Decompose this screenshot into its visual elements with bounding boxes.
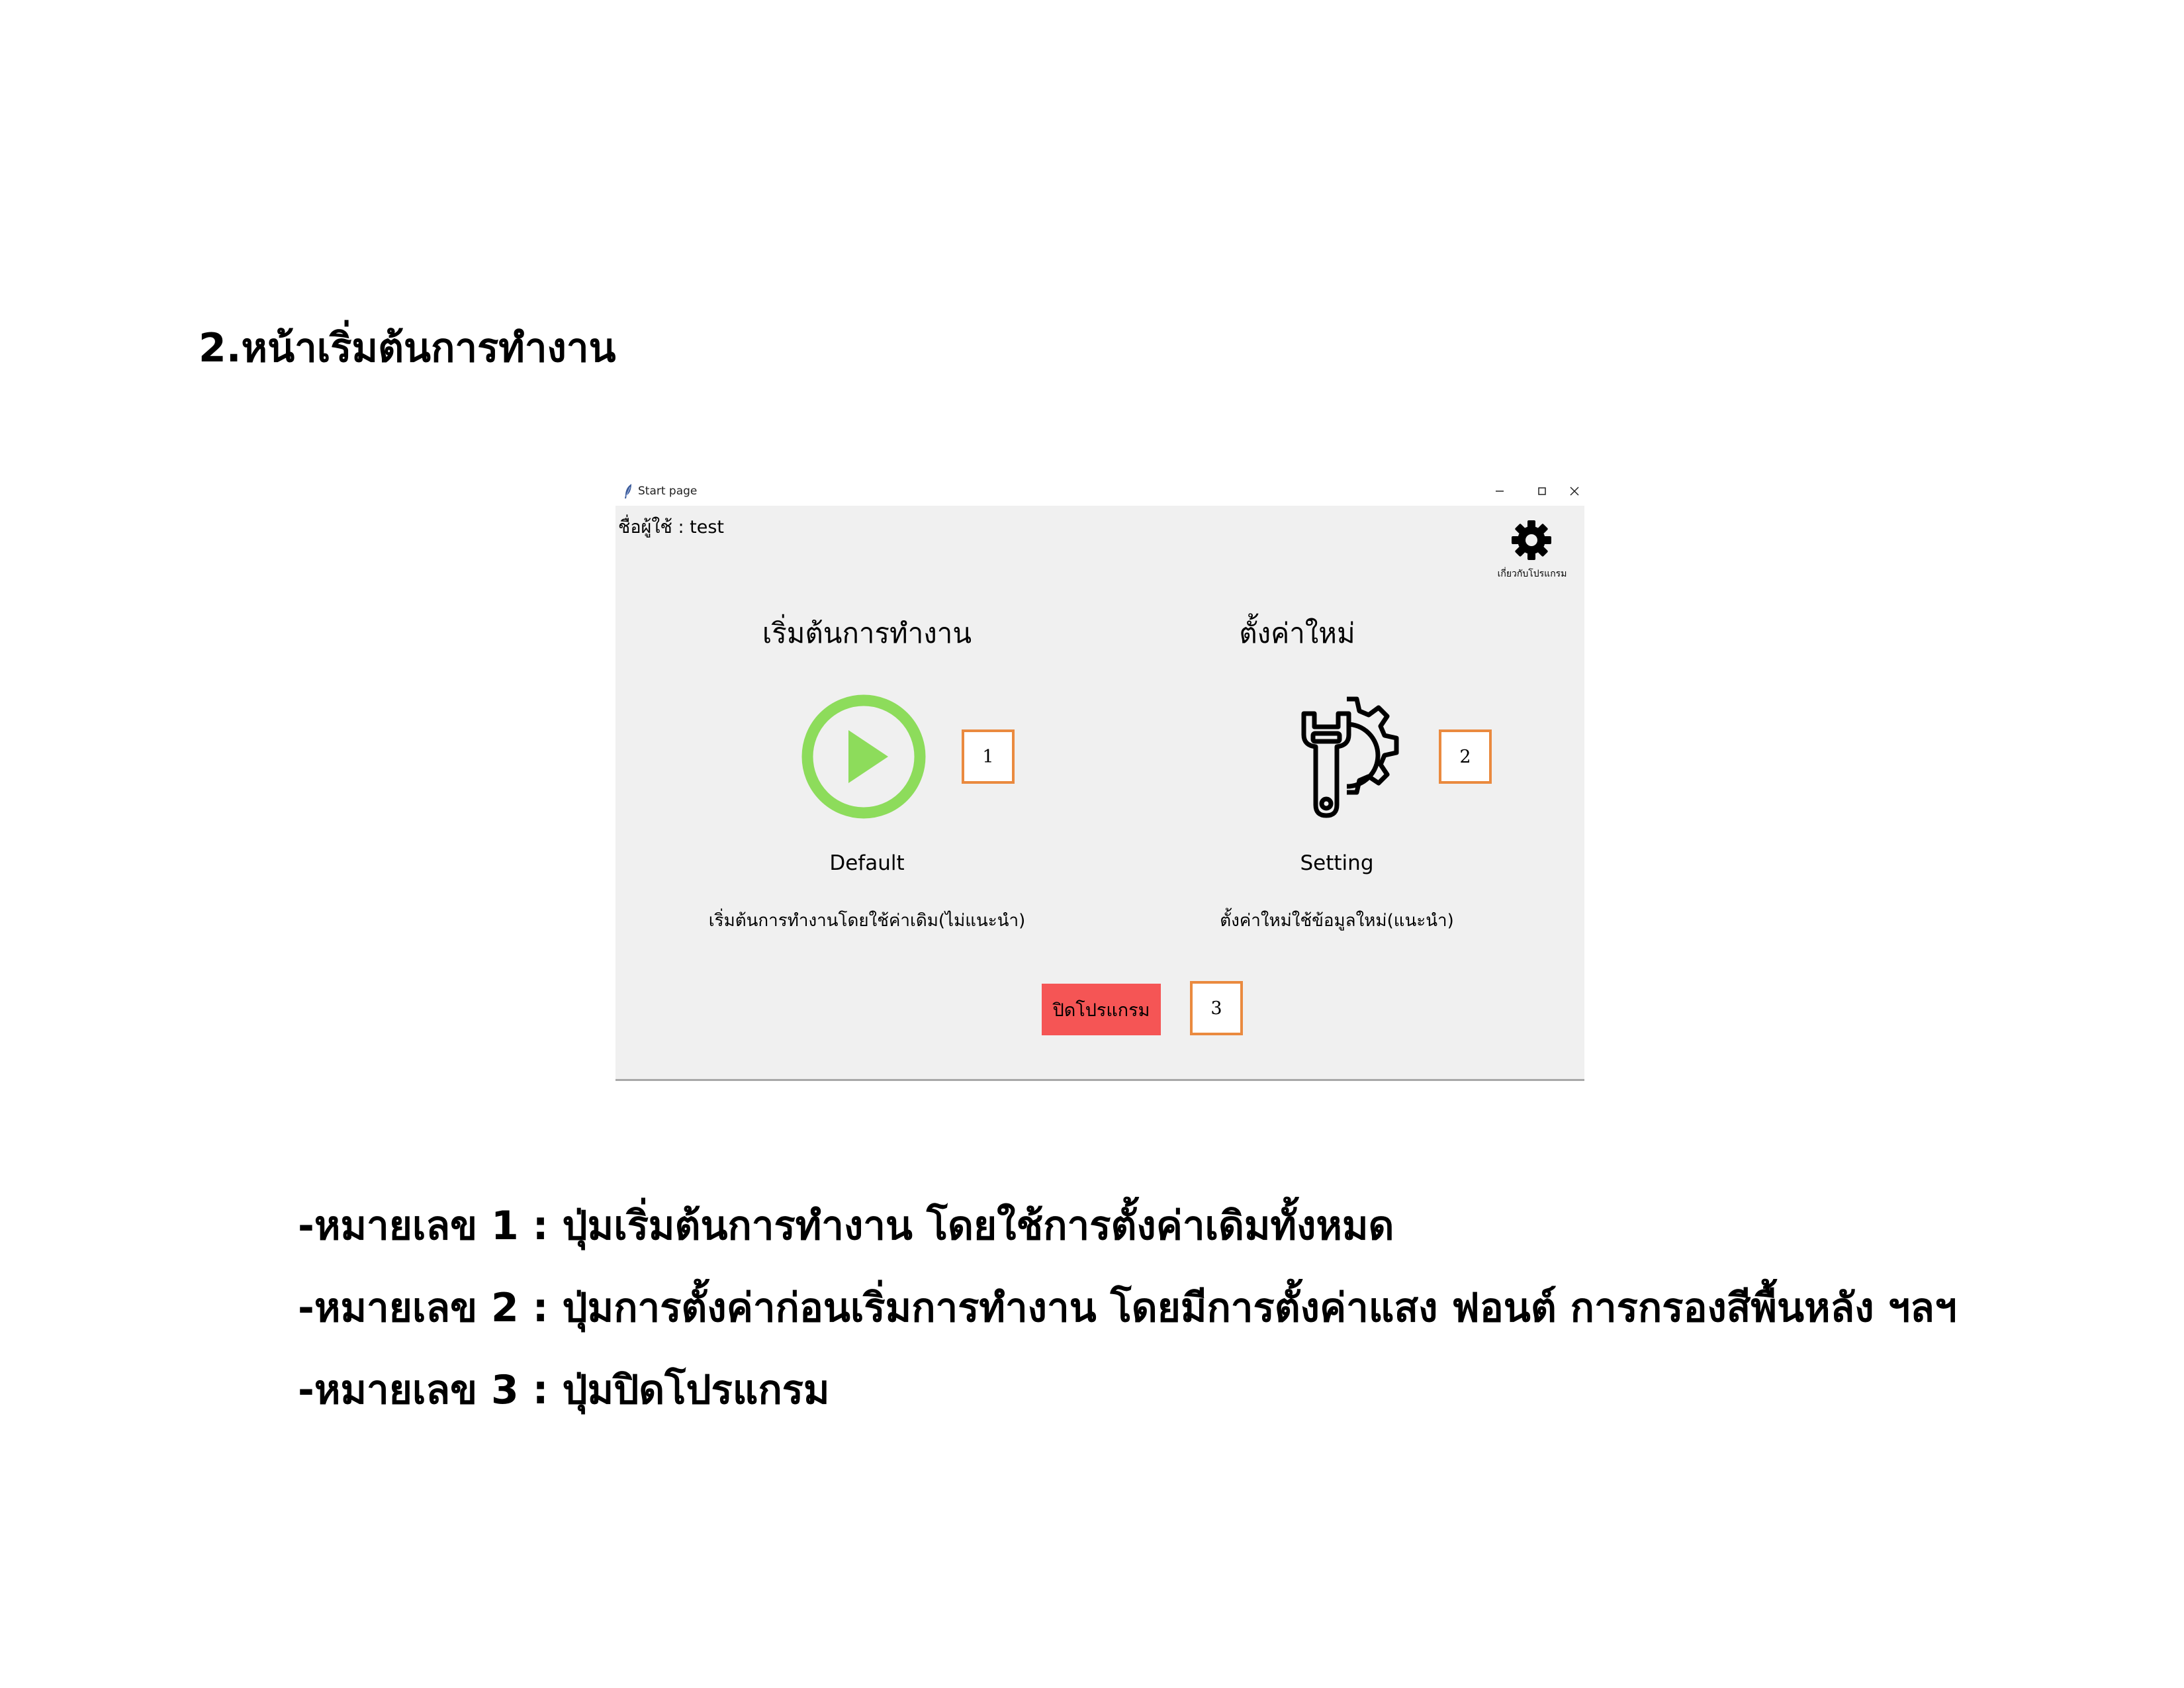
setting-label: Setting bbox=[1300, 851, 1374, 875]
feather-icon bbox=[622, 483, 635, 499]
minimize-icon bbox=[1496, 491, 1504, 492]
default-label: Default bbox=[829, 851, 905, 875]
callout-2: 2 bbox=[1439, 729, 1492, 784]
default-section-title: เริ่มต้นการทำงาน bbox=[762, 617, 972, 649]
close-window-button[interactable] bbox=[1565, 478, 1584, 504]
exit-program-button[interactable]: ปิดโปรแกรม bbox=[1042, 984, 1161, 1035]
notes-list: -หมายเลข 1 : ปุ่มเริ่มต้นการทำงาน โดยใช้… bbox=[298, 1185, 1957, 1431]
note-1: -หมายเลข 1 : ปุ่มเริ่มต้นการทำงาน โดยใช้… bbox=[298, 1203, 1394, 1249]
setting-section-title: ตั้งค่าใหม่ bbox=[1239, 617, 1355, 649]
window-bottom-border bbox=[615, 1079, 1584, 1081]
app-window-screenshot: Start page ชื่อผู้ใช้ : test เกี่ยวกับโป… bbox=[615, 477, 1584, 1081]
minimize-button[interactable] bbox=[1480, 478, 1520, 504]
about-program-label[interactable]: เกี่ยวกับโปรแกรม bbox=[1482, 567, 1582, 581]
default-start-button[interactable] bbox=[801, 694, 927, 820]
window-titlebar: Start page bbox=[615, 477, 1584, 506]
about-program-button[interactable] bbox=[1509, 518, 1554, 563]
username-label: ชื่อผู้ใช้ : test bbox=[618, 517, 724, 538]
window-client-area: ชื่อผู้ใช้ : test เกี่ยวกับโปรแกรม เริ่ม… bbox=[615, 506, 1584, 1079]
callout-3: 3 bbox=[1190, 981, 1243, 1035]
default-description: เริ่มต้นการทำงานโดยใช้ค่าเดิม(ไม่แนะนำ) bbox=[708, 911, 1026, 931]
wrench-gear-icon bbox=[1301, 696, 1399, 818]
window-title: Start page bbox=[638, 485, 698, 498]
note-2: -หมายเลข 2 : ปุ่มการตั้งค่าก่อนเริ่มการท… bbox=[298, 1285, 1957, 1331]
setting-start-button[interactable] bbox=[1284, 694, 1410, 820]
setting-description: ตั้งค่าใหม่ใช้ข้อมูลใหม่(แนะนำ) bbox=[1220, 911, 1454, 931]
gear-icon bbox=[1512, 520, 1551, 560]
callout-1: 1 bbox=[962, 729, 1015, 784]
maximize-button[interactable] bbox=[1522, 478, 1562, 504]
document-heading: 2.หน้าเริ่มต้นการทำงาน bbox=[199, 325, 616, 371]
play-icon bbox=[801, 694, 926, 819]
close-icon bbox=[1570, 487, 1579, 496]
maximize-icon bbox=[1538, 487, 1546, 495]
note-3: -หมายเลข 3 : ปุ่มปิดโปรแกรม bbox=[298, 1367, 830, 1413]
